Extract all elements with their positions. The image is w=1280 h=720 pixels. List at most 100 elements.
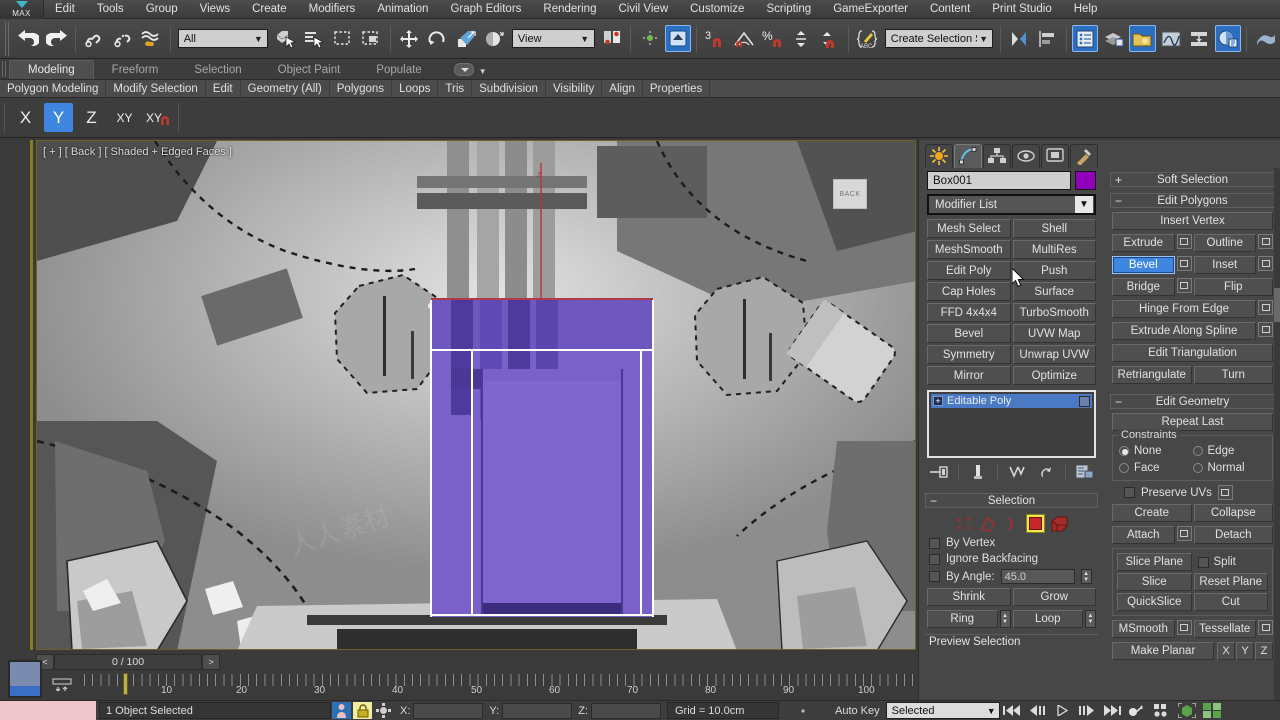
outline-button[interactable]: Outline xyxy=(1193,234,1256,252)
select-and-place-icon[interactable] xyxy=(481,25,508,52)
slice-button[interactable]: Slice xyxy=(1117,573,1192,591)
ribbon-panel-subdivision[interactable]: Subdivision xyxy=(472,79,546,98)
modifier-uvw-map[interactable]: UVW Map xyxy=(1012,324,1096,343)
menu-item-rendering[interactable]: Rendering xyxy=(532,0,607,19)
named-selection-sets-combo[interactable]: Create Selection Se ▼ xyxy=(884,29,993,48)
by-angle-field[interactable]: 45.0 xyxy=(1000,569,1075,584)
unlink-selection-icon[interactable] xyxy=(110,25,137,52)
maximize-viewport-toggle-icon[interactable] xyxy=(1200,702,1225,720)
modifier-surface[interactable]: Surface xyxy=(1012,282,1096,301)
window-crossing-icon[interactable] xyxy=(358,25,385,52)
hinge-from-edge-settings-button[interactable] xyxy=(1258,300,1273,315)
key-filter-combo[interactable]: Selected ▼ xyxy=(885,702,1000,719)
display-tab[interactable] xyxy=(1041,143,1069,168)
use-pivot-point-center-icon[interactable] xyxy=(599,25,626,52)
modifier-optimize[interactable]: Optimize xyxy=(1012,366,1096,385)
by-angle-row[interactable]: By Angle: 45.0 ▲ ▼ xyxy=(929,569,1104,584)
mirror-icon[interactable] xyxy=(1006,25,1033,52)
expand-icon[interactable]: + xyxy=(1115,173,1122,187)
menu-item-group[interactable]: Group xyxy=(135,0,189,19)
ribbon-panel-loops[interactable]: Loops xyxy=(392,79,439,98)
viewport[interactable]: z [+] [Back] [Shaded + Edged Faces … xyxy=(36,140,916,650)
show-end-result-icon[interactable] xyxy=(968,464,988,480)
create-button[interactable]: Create xyxy=(1112,504,1192,522)
angle-snap-toggle-icon[interactable] xyxy=(731,25,758,52)
shrink-button[interactable]: Shrink xyxy=(927,588,1011,606)
menu-item-create[interactable]: Create xyxy=(241,0,298,19)
maxscript-mini-listener[interactable] xyxy=(0,700,96,720)
sub-object-polygon-icon[interactable] xyxy=(1026,514,1045,533)
edit-geometry-rollout-header[interactable]: − Edit Geometry xyxy=(1110,394,1275,409)
menu-item-help[interactable]: Help xyxy=(1063,0,1109,19)
menu-item-content[interactable]: Content xyxy=(919,0,981,19)
sub-object-element-icon[interactable] xyxy=(1050,514,1069,533)
ignore-backfacing-row[interactable]: Ignore Backfacing xyxy=(929,553,1104,565)
use-selection-center-icon[interactable] xyxy=(636,25,663,52)
collapse-button[interactable]: Collapse xyxy=(1193,504,1273,522)
modifier-unwrap-uvw[interactable]: Unwrap UVW xyxy=(1012,345,1096,364)
go-to-start-button[interactable] xyxy=(1000,702,1025,720)
rectangular-selection-region-icon[interactable] xyxy=(330,25,357,52)
bridge-button[interactable]: Bridge xyxy=(1112,278,1175,296)
selection-lock-user-icon[interactable] xyxy=(332,702,351,719)
menu-item-edit[interactable]: Edit xyxy=(44,0,86,19)
by-angle-checkbox[interactable] xyxy=(929,571,940,582)
axis-constraint-xy-snap[interactable]: XY xyxy=(143,103,172,132)
selection-lock-toggle-icon[interactable] xyxy=(353,702,372,719)
reset-plane-button[interactable]: Reset Plane xyxy=(1193,573,1268,591)
preserve-uvs-row[interactable]: Preserve UVs xyxy=(1124,485,1280,500)
object-name-field[interactable]: Box001 xyxy=(927,171,1071,190)
z-coordinate-field[interactable] xyxy=(590,702,661,719)
ribbon-tab-freeform[interactable]: Freeform xyxy=(94,61,177,79)
menu-item-customize[interactable]: Customize xyxy=(679,0,755,19)
ignore-backfacing-checkbox[interactable] xyxy=(929,553,940,565)
select-and-link-icon[interactable] xyxy=(81,25,108,52)
msmooth-button[interactable]: MSmooth xyxy=(1112,620,1175,638)
attach-settings-button[interactable] xyxy=(1176,526,1192,541)
undo-button[interactable] xyxy=(15,25,42,52)
select-and-scale-icon[interactable] xyxy=(453,25,480,52)
modifier-edit-poly[interactable]: Edit Poly xyxy=(927,261,1011,280)
max-logo[interactable]: MAX xyxy=(0,0,44,19)
y-coordinate-field[interactable] xyxy=(502,702,573,719)
scrollbar-thumb[interactable] xyxy=(1274,288,1280,322)
ribbon-panel-polygons[interactable]: Polygons xyxy=(330,79,393,98)
bevel-settings-button[interactable] xyxy=(1176,256,1192,271)
toolbar-grip[interactable] xyxy=(5,21,11,56)
play-animation-button[interactable] xyxy=(1050,702,1075,720)
soft-selection-rollout-header[interactable]: + Soft Selection xyxy=(1110,172,1275,187)
ribbon-panel-polygon-modeling[interactable]: Polygon Modeling xyxy=(0,79,107,98)
make-planar-x-button[interactable]: X xyxy=(1217,642,1235,660)
ribbon-panel-visibility[interactable]: Visibility xyxy=(546,79,603,98)
preserve-uvs-settings-button[interactable] xyxy=(1217,485,1233,500)
ribbon-tab-populate[interactable]: Populate xyxy=(358,61,439,79)
open-mini-curve-editor-icon[interactable] xyxy=(52,677,72,693)
reference-coordinate-system-combo[interactable]: View ▼ xyxy=(511,29,595,48)
viewport-label[interactable]: [ + ] [ Back ] [ Shaded + Edged Faces ] xyxy=(43,146,232,158)
axis-constraint-xy[interactable]: XY xyxy=(110,103,139,132)
select-object-icon[interactable] xyxy=(272,25,299,52)
configure-modifier-sets-icon[interactable] xyxy=(1075,464,1095,480)
select-by-name-icon[interactable] xyxy=(301,25,328,52)
ribbon-tab-object-paint[interactable]: Object Paint xyxy=(260,61,359,79)
selection-filter-combo[interactable]: All ▼ xyxy=(177,29,269,48)
ribbon-panel-edit[interactable]: Edit xyxy=(206,79,241,98)
attach-button[interactable]: Attach xyxy=(1112,526,1175,544)
selection-rollout-header[interactable]: − Selection xyxy=(925,493,1098,508)
ribbon-tab-selection[interactable]: Selection xyxy=(176,61,259,79)
inset-button[interactable]: Inset xyxy=(1193,256,1256,274)
modify-tab[interactable] xyxy=(954,143,982,168)
modifier-stack[interactable]: + Editable Poly xyxy=(927,390,1096,458)
constraint-edge-option[interactable]: Edge xyxy=(1192,445,1267,457)
collapse-icon[interactable]: − xyxy=(930,494,937,508)
zoom-extents-selected-icon[interactable] xyxy=(1175,702,1200,720)
by-angle-spinner[interactable]: ▲ ▼ xyxy=(1080,569,1092,584)
loop-spinner[interactable]: ▲ ▼ xyxy=(1085,610,1096,628)
ring-button[interactable]: Ring xyxy=(927,610,998,628)
schematic-view-icon[interactable] xyxy=(1186,25,1213,52)
preview-selection-rollout-header[interactable]: Preview Selection xyxy=(925,634,1098,649)
turn-button[interactable]: Turn xyxy=(1193,366,1273,384)
x-coordinate-field[interactable] xyxy=(413,702,484,719)
menu-item-gameexporter[interactable]: GameExporter xyxy=(822,0,919,19)
edit-named-selection-sets-icon[interactable]: ABC xyxy=(854,25,881,52)
